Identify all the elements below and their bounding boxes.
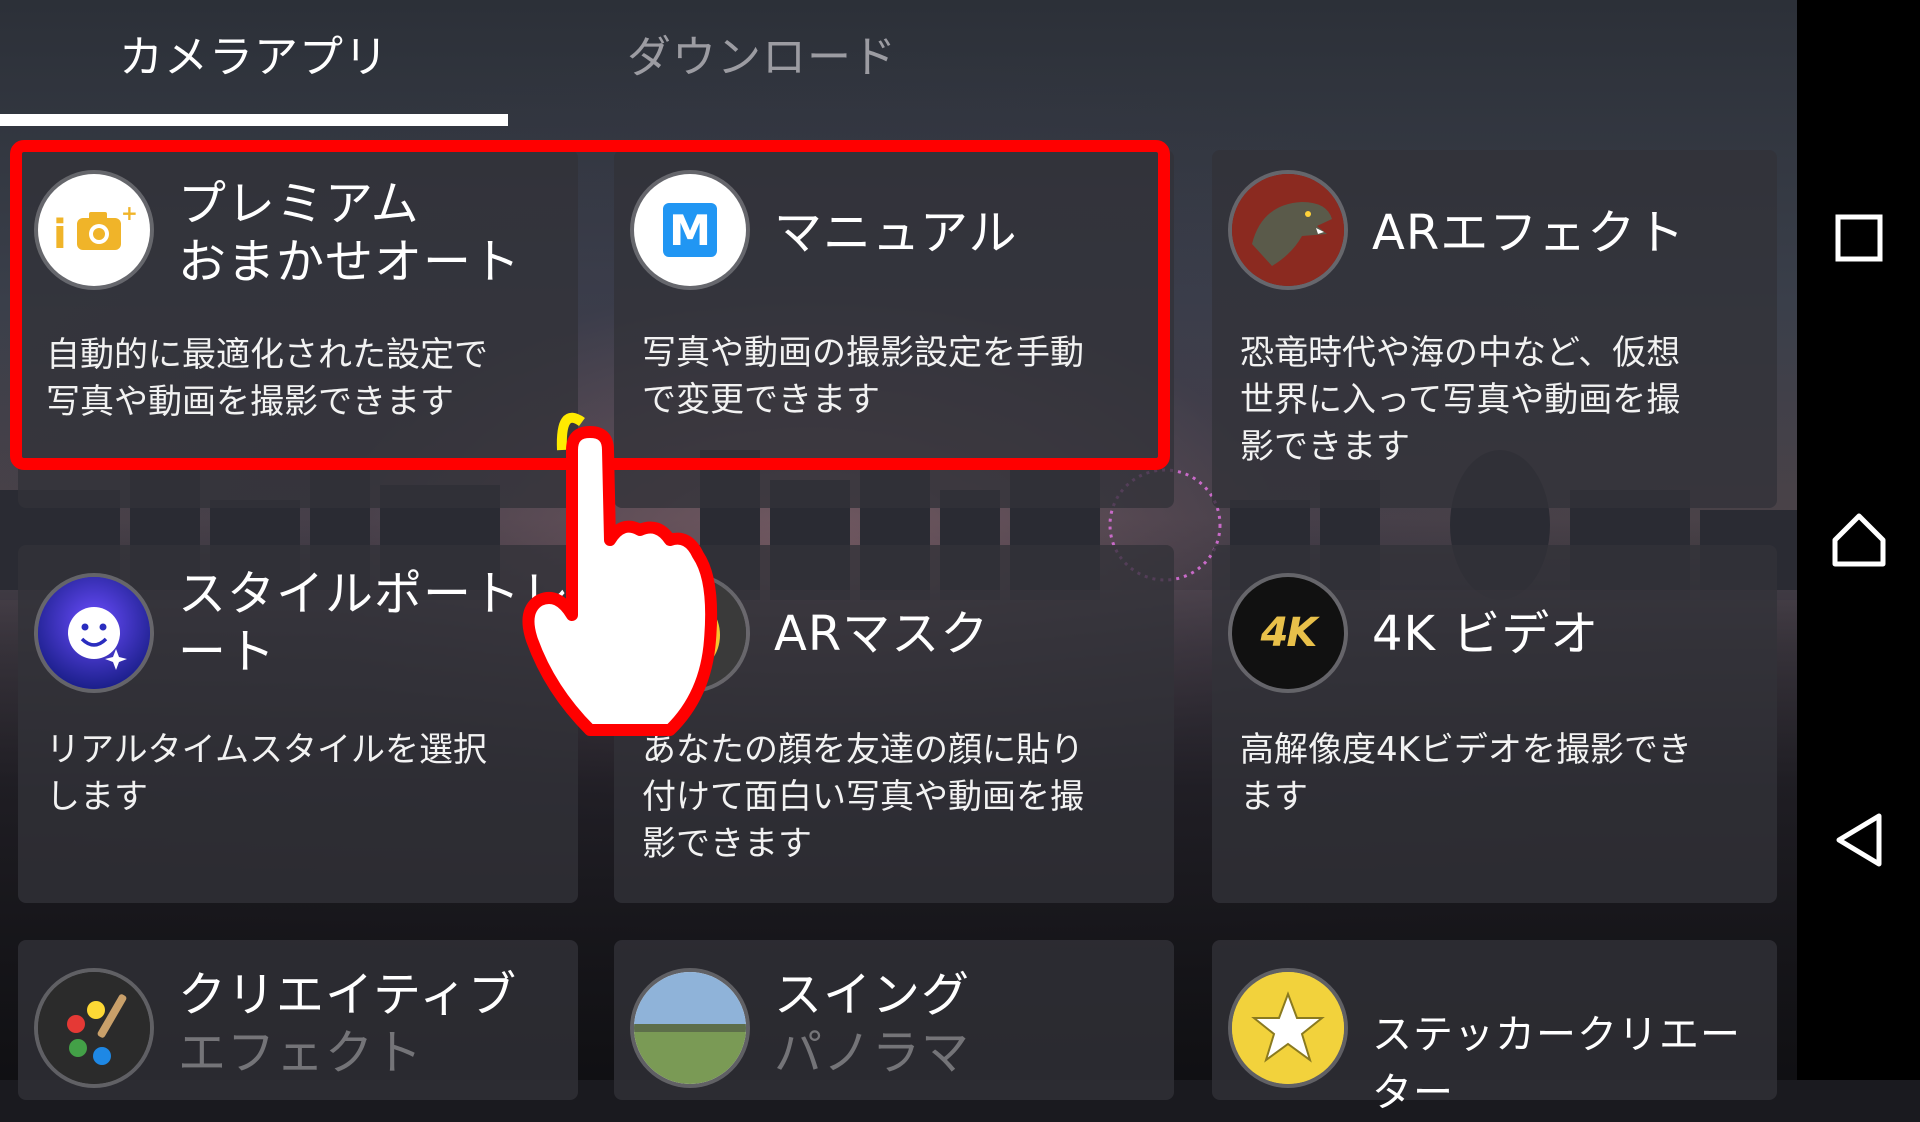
tab-downloads[interactable]: ダウンロード <box>508 28 1016 88</box>
app-title-line1: クリエイティブ <box>178 967 518 1023</box>
4k-badge-icon: 4K <box>1232 577 1344 689</box>
app-card-creative-effect[interactable]: クリエイティブ エフェクト <box>18 940 578 1100</box>
app-desc-line3: 影できます <box>642 824 812 864</box>
recent-apps-button[interactable] <box>1819 198 1899 278</box>
star-sticker-icon <box>1232 972 1344 1084</box>
app-card-4k-video[interactable]: 4K 4K ビデオ 高解像度4Kビデオを撮影でき ます <box>1212 545 1777 903</box>
4k-badge-text: 4K <box>1260 610 1318 656</box>
app-desc-line1: リアルタイムスタイルを選択 <box>46 730 487 770</box>
tab-bar: カメラアプリ ダウンロード <box>0 0 1797 128</box>
app-desc-line1: 高解像度4Kビデオを撮影でき <box>1240 730 1692 770</box>
palette-brush-icon <box>38 972 150 1084</box>
tab-camera-apps[interactable]: カメラアプリ <box>0 28 508 88</box>
app-desc-line1: 恐竜時代や海の中など、仮想 <box>1240 333 1681 373</box>
app-card-sticker-creator[interactable]: ステッカークリエーター <box>1212 940 1777 1116</box>
app-title-line2: パノラマ <box>774 1025 971 1081</box>
home-button[interactable] <box>1819 500 1899 580</box>
app-desc-line2: します <box>46 777 148 817</box>
app-desc-line2: ます <box>1240 777 1308 817</box>
app-card-style-portrait[interactable]: スタイルポートレ ート リアルタイムスタイルを選択 します <box>18 545 578 903</box>
app-card-ar-effect[interactable]: ARエフェクト 恐竜時代や海の中など、仮想 世界に入って写真や動画を撮 影できま… <box>1212 150 1777 508</box>
app-title-line2: エフェクト <box>178 1025 424 1081</box>
navigation-bar <box>1797 0 1920 1080</box>
smiley-sparkle-icon <box>38 577 150 689</box>
home-icon <box>1832 513 1886 567</box>
pointing-hand-icon <box>522 412 718 736</box>
app-title-line1: ARエフェクト <box>1372 205 1686 261</box>
app-card-swing-panorama[interactable]: スイング パノラマ <box>614 940 1174 1100</box>
dinosaur-icon <box>1232 174 1344 286</box>
app-desc-line2: 世界に入って写真や動画を撮 <box>1240 380 1681 420</box>
app-title-line1: 4K ビデオ <box>1372 606 1600 662</box>
back-triangle-icon <box>1836 813 1882 867</box>
app-desc-line3: 影できます <box>1240 427 1410 467</box>
recent-apps-square-icon <box>1835 214 1883 262</box>
panorama-landscape-icon <box>634 972 746 1084</box>
app-title-line1: ステッカークリエーター <box>1372 1012 1741 1116</box>
active-tab-indicator <box>0 114 508 126</box>
app-title-line1: ARマスク <box>774 606 990 662</box>
app-title-line1: スイング <box>774 967 971 1023</box>
back-button[interactable] <box>1819 800 1899 880</box>
